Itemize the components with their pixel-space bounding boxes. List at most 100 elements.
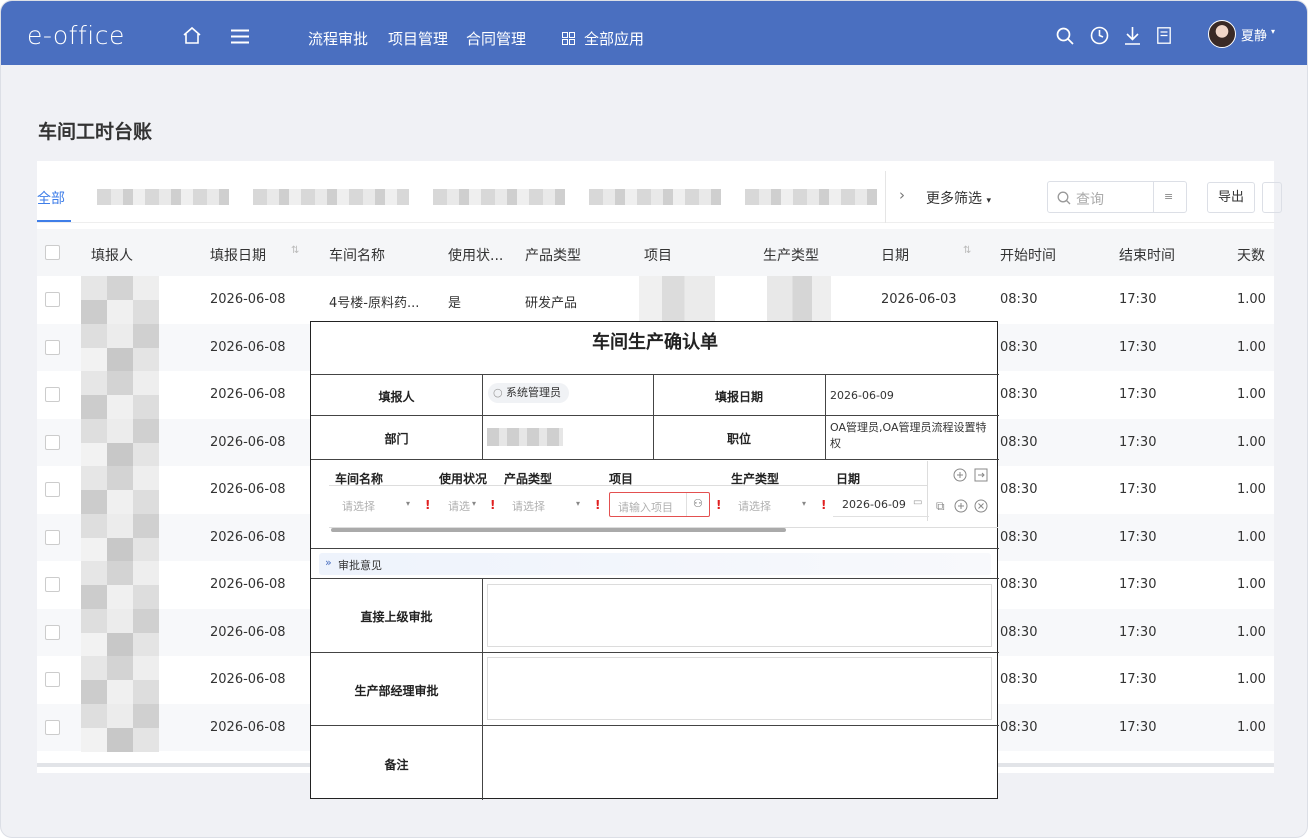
- caret-down-icon: ▾: [472, 499, 477, 508]
- sub-col-production: 生产类型: [731, 472, 780, 486]
- user-dropdown-icon[interactable]: ▾: [1271, 27, 1275, 36]
- filter-tabs: 全部 › 更多筛选 ▾ 查询 ≡ 导出: [37, 171, 1282, 223]
- start-time: 08:30: [1000, 482, 1038, 497]
- col-start-time[interactable]: 开始时间: [1000, 245, 1056, 265]
- days: 1.00: [1237, 387, 1266, 402]
- download-icon[interactable]: [1124, 26, 1141, 45]
- row-checkbox[interactable]: [45, 577, 60, 592]
- subtable-scrollbar[interactable]: [331, 528, 786, 532]
- required-mark: !: [595, 498, 601, 512]
- report-date-value: 2026-06-09: [830, 389, 894, 402]
- start-time: 08:30: [1000, 672, 1038, 687]
- days: 1.00: [1237, 719, 1266, 735]
- remove-icon[interactable]: [974, 499, 988, 513]
- status-select[interactable]: 请选: [448, 498, 470, 514]
- nav-contract[interactable]: 合同管理: [466, 28, 526, 49]
- usage-status: 是: [448, 296, 462, 311]
- reporter-chip[interactable]: ○ 系统管理员: [488, 383, 569, 403]
- sort-icon[interactable]: ⇅: [963, 245, 971, 256]
- search-icon: [1057, 191, 1071, 205]
- nav-all-apps[interactable]: 全部应用: [584, 28, 644, 49]
- report-date: 2026-06-08: [210, 577, 286, 592]
- approval-1-textarea[interactable]: [487, 584, 992, 647]
- user-name[interactable]: 夏静: [1241, 25, 1267, 44]
- chevron-right-icon[interactable]: ›: [899, 186, 905, 204]
- add-icon[interactable]: [954, 499, 968, 513]
- product-select[interactable]: 请选择: [512, 498, 545, 514]
- tab-blurred[interactable]: [97, 189, 229, 205]
- col-workshop[interactable]: 车间名称: [329, 245, 385, 265]
- col-days[interactable]: 天数: [1237, 245, 1265, 265]
- export-button[interactable]: 导出: [1207, 182, 1255, 213]
- sub-col-status: 使用状况: [439, 472, 488, 486]
- clock-icon[interactable]: [1090, 26, 1109, 45]
- remark-label: 备注: [384, 758, 409, 772]
- tab-blurred[interactable]: [433, 189, 565, 205]
- col-status[interactable]: 使用状...: [448, 245, 503, 265]
- col-date[interactable]: 日期: [881, 245, 909, 265]
- row-checkbox[interactable]: [45, 387, 60, 402]
- tab-all[interactable]: 全部: [37, 188, 65, 208]
- grid-icon: [562, 32, 575, 45]
- nav-workflow[interactable]: 流程审批: [308, 28, 368, 49]
- more-button[interactable]: [1262, 182, 1282, 213]
- select-project-icon[interactable]: ⚇: [693, 497, 703, 510]
- search-input[interactable]: 查询 ≡: [1047, 181, 1187, 213]
- end-time: 17:30: [1119, 339, 1157, 355]
- end-time: 17:30: [1119, 482, 1157, 497]
- report-date: 2026-06-08: [210, 719, 286, 735]
- start-time: 08:30: [1000, 577, 1038, 592]
- tab-blurred[interactable]: [253, 189, 409, 205]
- row-checkbox[interactable]: [45, 672, 60, 687]
- caret-down-icon: ▾: [802, 499, 807, 508]
- copy-row-icon[interactable]: ⧉: [936, 499, 945, 514]
- tab-blurred[interactable]: [589, 189, 721, 205]
- start-time: 08:30: [1000, 719, 1038, 735]
- production-select[interactable]: 请选择: [738, 498, 771, 514]
- top-bar: e-office 流程审批 项目管理 合同管理 全部应用 夏静 ▾: [1, 1, 1307, 65]
- form-title: 车间生产确认单: [592, 332, 718, 353]
- end-time: 17:30: [1119, 719, 1157, 735]
- avatar[interactable]: [1208, 20, 1236, 48]
- table-row[interactable]: 2026-06-08 4号楼-原料药... 是 研发产品 2026-06-03 08:30…: [37, 276, 1274, 324]
- col-end-time[interactable]: 结束时间: [1119, 245, 1175, 265]
- workshop-select[interactable]: 请选择: [342, 498, 375, 514]
- date-input[interactable]: 2026-06-09 ▭: [833, 492, 929, 517]
- report-date: 2026-06-08: [210, 339, 286, 355]
- tab-blurred[interactable]: [745, 189, 877, 205]
- row-checkbox[interactable]: [45, 434, 60, 450]
- row-checkbox[interactable]: [45, 292, 60, 307]
- row-checkbox[interactable]: [45, 719, 60, 735]
- row-checkbox[interactable]: [45, 482, 60, 497]
- add-row-icon[interactable]: [953, 468, 967, 482]
- col-product-type[interactable]: 产品类型: [525, 245, 581, 265]
- row-checkbox[interactable]: [45, 529, 60, 545]
- end-time: 17:30: [1119, 387, 1157, 402]
- row-checkbox[interactable]: [45, 339, 60, 355]
- report-date: 2026-06-08: [210, 434, 286, 450]
- row-checkbox[interactable]: [45, 624, 60, 640]
- project-input[interactable]: 请输入项目 ⚇: [609, 492, 710, 517]
- col-report-date[interactable]: 填报日期: [210, 245, 266, 265]
- document-icon[interactable]: [1157, 27, 1171, 44]
- reporter-blurred: [81, 276, 159, 324]
- col-project[interactable]: 项目: [644, 245, 672, 265]
- advanced-search-icon[interactable]: ≡: [1164, 190, 1173, 203]
- dept-value-blurred: [487, 428, 563, 446]
- import-icon[interactable]: [974, 468, 988, 482]
- menu-icon[interactable]: [231, 29, 249, 44]
- reporter-blurred: [81, 418, 159, 467]
- nav-project[interactable]: 项目管理: [388, 28, 448, 49]
- home-icon[interactable]: [182, 26, 202, 45]
- col-reporter[interactable]: 填报人: [91, 245, 133, 265]
- caret-down-icon: ▾: [576, 499, 581, 508]
- end-time: 17:30: [1119, 672, 1157, 687]
- select-all-checkbox[interactable]: [45, 245, 60, 260]
- search-icon[interactable]: [1056, 27, 1074, 45]
- approval-2-textarea[interactable]: [487, 657, 992, 720]
- start-time: 08:30: [1000, 434, 1038, 450]
- more-filter-button[interactable]: 更多筛选 ▾: [926, 188, 991, 208]
- sort-icon[interactable]: ⇅: [291, 245, 299, 256]
- col-production-type[interactable]: 生产类型: [763, 245, 819, 265]
- required-mark: !: [425, 498, 431, 512]
